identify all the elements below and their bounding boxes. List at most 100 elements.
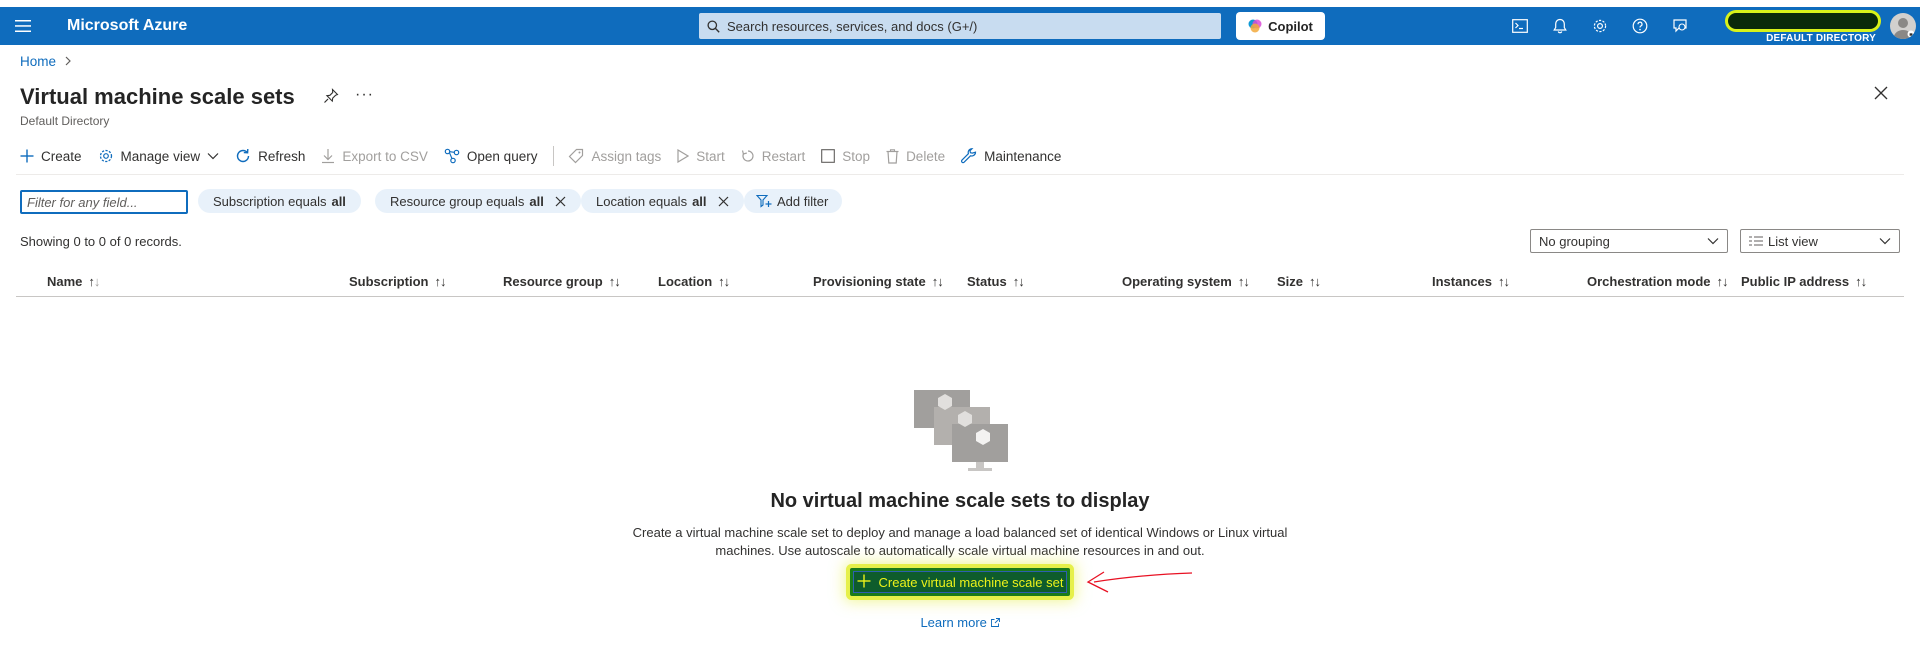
records-count: Showing 0 to 0 of 0 records. [20, 234, 182, 249]
column-header-instances[interactable]: Instances ↑↓ [1432, 274, 1510, 289]
toolbar-divider-line [16, 174, 1904, 175]
column-header-operating-system[interactable]: Operating system ↑↓ [1122, 274, 1250, 289]
export-csv-label: Export to CSV [342, 148, 428, 164]
chevron-down-icon [207, 153, 219, 160]
hamburger-menu-icon[interactable] [0, 7, 46, 45]
sort-icon: ↑↓ [1716, 274, 1729, 289]
maintenance-button[interactable]: Maintenance [961, 148, 1061, 164]
sort-icon: ↑↓ [1309, 274, 1321, 289]
sort-icon: ↑↓ [608, 274, 621, 289]
location-filter-pill[interactable]: Location equals all [581, 189, 744, 213]
account-directory: DEFAULT DIRECTORY [1766, 33, 1876, 44]
plus-icon [20, 149, 34, 163]
column-label: Orchestration mode [1587, 274, 1711, 289]
create-label: Create [41, 148, 82, 164]
cloud-shell-icon[interactable] [1500, 7, 1540, 45]
settings-gear-icon[interactable] [1580, 7, 1620, 45]
chevron-down-icon [1707, 238, 1719, 245]
avatar[interactable] [1890, 13, 1916, 39]
add-filter-icon [756, 194, 772, 208]
account-menu[interactable]: DEFAULT DIRECTORY [1718, 11, 1878, 44]
help-question-icon[interactable] [1620, 7, 1660, 45]
stop-button[interactable]: Stop [821, 149, 870, 164]
list-view-icon [1749, 236, 1763, 246]
restart-button[interactable]: Restart [741, 149, 805, 164]
stop-square-icon [821, 149, 836, 163]
search-icon [699, 19, 727, 33]
create-button[interactable]: Create [20, 149, 82, 164]
breadcrumb: Home [20, 54, 72, 69]
maintenance-label: Maintenance [984, 148, 1062, 164]
sort-icon: ↑↓ [1855, 274, 1867, 289]
column-header-subscription[interactable]: Subscription ↑↓ [349, 274, 446, 289]
notifications-bell-icon[interactable] [1540, 7, 1580, 45]
page-subtitle: Default Directory [20, 114, 110, 128]
more-options-icon[interactable]: ··· [355, 86, 374, 104]
external-link-icon [990, 615, 1000, 630]
breadcrumb-home-link[interactable]: Home [20, 54, 56, 69]
page-title: Virtual machine scale sets [20, 84, 295, 109]
filter-input[interactable] [20, 190, 188, 214]
column-header-size[interactable]: Size ↑↓ [1277, 274, 1321, 289]
column-header-name[interactable]: Name ↑↓ [47, 274, 100, 289]
column-header-provisioning-state[interactable]: Provisioning state ↑↓ [813, 274, 944, 289]
chevron-down-icon [1879, 238, 1891, 245]
subscription-filter-prefix: Subscription equals [213, 193, 327, 209]
copilot-button[interactable]: Copilot [1236, 12, 1325, 40]
view-selected-group: List view [1749, 234, 1818, 249]
trash-icon [886, 148, 899, 164]
remove-filter-close-icon[interactable] [718, 196, 729, 207]
grouping-dropdown[interactable]: No grouping [1530, 229, 1728, 253]
search-placeholder: Search resources, services, and docs (G+… [727, 18, 978, 34]
azure-brand-link[interactable]: Microsoft Azure [67, 17, 187, 35]
column-label: Operating system [1122, 274, 1232, 289]
resource-group-filter-pill[interactable]: Resource group equals all [375, 189, 581, 213]
refresh-label: Refresh [258, 148, 306, 164]
open-query-button[interactable]: Open query [444, 148, 537, 164]
global-search-box[interactable]: Search resources, services, and docs (G+… [699, 13, 1221, 39]
sort-ascending-icon: ↑↓ [88, 274, 100, 289]
play-icon [677, 149, 690, 163]
topbar-icon-group [1500, 7, 1700, 45]
column-header-public-ip-address[interactable]: Public IP address ↑↓ [1741, 274, 1867, 289]
feedback-icon[interactable] [1660, 7, 1700, 45]
column-header-resource-group[interactable]: Resource group ↑↓ [503, 274, 621, 289]
start-button[interactable]: Start [677, 149, 725, 164]
remove-filter-close-icon[interactable] [555, 196, 566, 207]
refresh-icon [236, 148, 250, 163]
sort-icon: ↑↓ [931, 274, 944, 289]
location-filter-prefix: Location equals [596, 193, 688, 209]
empty-state-description-line: Create a virtual machine scale set to de… [632, 525, 1288, 540]
column-label: Public IP address [1741, 274, 1850, 289]
subscription-filter-pill[interactable]: Subscription equals all [198, 189, 361, 213]
wrench-icon [961, 148, 977, 164]
location-filter-value: all [692, 193, 707, 209]
manage-view-button[interactable]: Manage view [98, 148, 220, 164]
column-label: Subscription [349, 274, 429, 289]
create-scale-set-label: Create virtual machine scale set [878, 574, 1064, 590]
delete-button[interactable]: Delete [886, 149, 945, 164]
column-label: Status [967, 274, 1007, 289]
export-csv-button[interactable]: Export to CSV [321, 148, 428, 164]
resource-group-filter-prefix: Resource group equals [390, 193, 525, 209]
account-email-redacted [1728, 13, 1878, 29]
start-label: Start [696, 148, 725, 164]
close-icon[interactable] [1874, 86, 1888, 103]
table-header: Name ↑↓ Subscription ↑↓ Resource group ↑↓ L… [16, 269, 1904, 297]
refresh-button[interactable]: Refresh [235, 148, 305, 164]
column-header-orchestration-mode[interactable]: Orchestration mode ↑↓ [1587, 274, 1729, 289]
column-label: Provisioning state [813, 274, 926, 289]
assign-tags-button[interactable]: Assign tags [568, 148, 661, 164]
column-header-location[interactable]: Location ↑↓ [658, 274, 730, 289]
view-dropdown[interactable]: List view [1740, 229, 1900, 253]
copilot-icon [1248, 19, 1262, 33]
assign-tags-label: Assign tags [591, 148, 662, 164]
stop-label: Stop [842, 148, 871, 164]
create-scale-set-button[interactable]: Create virtual machine scale set [850, 568, 1070, 596]
pin-icon[interactable] [323, 88, 339, 107]
column-header-status[interactable]: Status ↑↓ [967, 274, 1025, 289]
plus-icon [857, 574, 871, 591]
add-filter-button[interactable]: Add filter [744, 189, 843, 213]
learn-more-link[interactable]: Learn more [0, 615, 1920, 630]
download-icon [322, 149, 335, 164]
